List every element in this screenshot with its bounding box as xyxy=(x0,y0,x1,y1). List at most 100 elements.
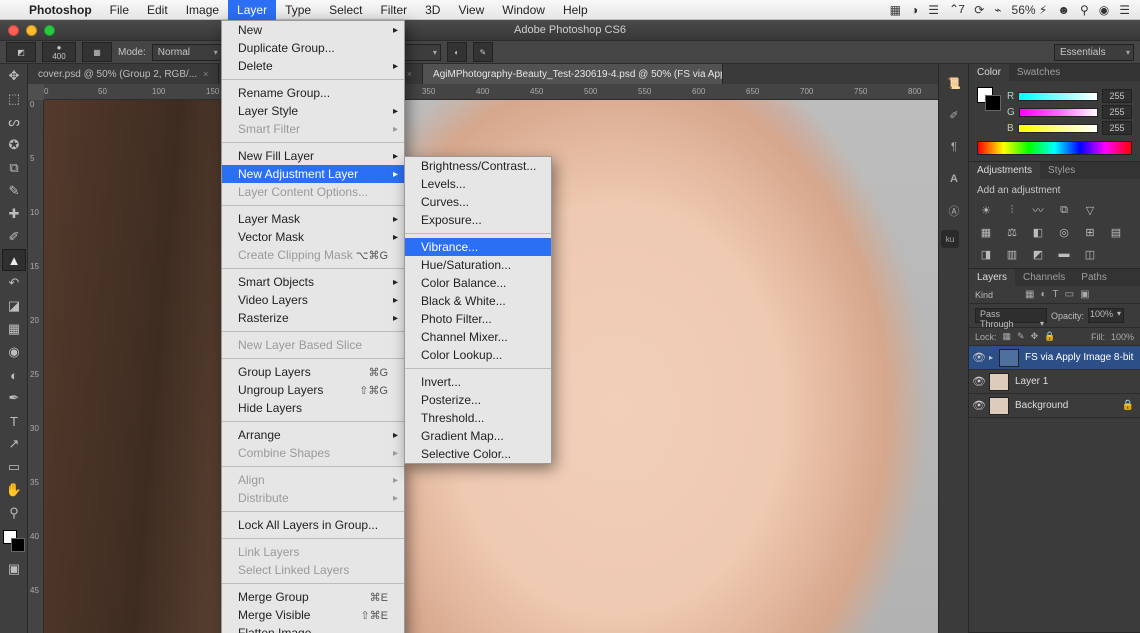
submenu-item[interactable]: Hue/Saturation... xyxy=(405,256,551,274)
lasso-tool[interactable]: ᔕ xyxy=(2,111,26,133)
shape-tool[interactable]: ▭ xyxy=(2,456,26,478)
status-icon[interactable]: ☰ xyxy=(928,3,939,17)
brush-panel-button[interactable]: ▦ xyxy=(82,42,112,62)
hand-tool[interactable]: ✋ xyxy=(2,479,26,501)
layers-tab[interactable]: Layers xyxy=(969,269,1015,286)
menu-item[interactable]: Merge Group⌘E xyxy=(222,588,404,606)
wifi-icon[interactable]: ⌁ xyxy=(994,3,1001,17)
menu-item[interactable]: Duplicate Group... xyxy=(222,39,404,57)
mixer-icon[interactable]: ⊞ xyxy=(1081,224,1099,240)
menu-item[interactable]: Delete xyxy=(222,57,404,75)
close-button[interactable] xyxy=(8,25,19,36)
posterize-icon[interactable]: ▥ xyxy=(1003,246,1021,262)
menu-item[interactable]: Rename Group... xyxy=(222,84,404,102)
filter-pixel-icon[interactable]: ▦ xyxy=(1025,289,1034,300)
menubar-item-3d[interactable]: 3D xyxy=(416,0,449,20)
menu-item[interactable]: Video Layers xyxy=(222,291,404,309)
channels-tab[interactable]: Channels xyxy=(1015,269,1073,286)
ruler-vertical[interactable]: 051015202530354045 xyxy=(28,100,44,633)
b-slider[interactable] xyxy=(1018,124,1098,133)
submenu-item[interactable]: Brightness/Contrast... xyxy=(405,157,551,175)
gradient-tool[interactable]: ▦ xyxy=(2,318,26,340)
tool-preset-button[interactable]: ◩ xyxy=(6,42,36,62)
submenu-item[interactable]: Curves... xyxy=(405,193,551,211)
menu-item[interactable]: Ungroup Layers⇧⌘G xyxy=(222,381,404,399)
battery-status[interactable]: 56% ⚡︎ xyxy=(1012,3,1048,17)
vibrance-icon[interactable]: ▽ xyxy=(1081,202,1099,218)
layer-thumbnail[interactable] xyxy=(999,349,1019,367)
opacity-input[interactable]: 100% xyxy=(1088,308,1124,323)
color-tab[interactable]: Color xyxy=(969,64,1009,81)
path-tool[interactable]: ↗ xyxy=(2,433,26,455)
layer-row[interactable]: 👁Layer 1 xyxy=(969,370,1140,394)
submenu-item[interactable]: Vibrance... xyxy=(405,238,551,256)
blend-mode-select[interactable]: Pass Through xyxy=(975,308,1047,323)
r-value[interactable]: 255 xyxy=(1102,89,1132,103)
menubar-item-select[interactable]: Select xyxy=(320,0,371,20)
quick-select-tool[interactable]: ✪ xyxy=(2,134,26,156)
filter-adjust-icon[interactable]: ◐ xyxy=(1040,289,1046,300)
layer-thumbnail[interactable] xyxy=(989,373,1009,391)
close-tab-icon[interactable]: × xyxy=(203,69,208,79)
brush-tool[interactable]: ✐ xyxy=(2,226,26,248)
lock-pixels-icon[interactable]: ✎ xyxy=(1017,331,1025,342)
disclosure-icon[interactable]: ▸ xyxy=(989,353,999,362)
minimize-button[interactable] xyxy=(26,25,37,36)
paragraph-panel-icon[interactable]: ¶ xyxy=(941,134,967,160)
document-tab[interactable]: cover.psd @ 50% (Group 2, RGB/...× xyxy=(28,64,219,84)
spotlight-icon[interactable]: ⚲ xyxy=(1080,3,1089,17)
app-name[interactable]: Photoshop xyxy=(20,3,101,17)
history-panel-icon[interactable]: 📜 xyxy=(941,70,967,96)
fill-input[interactable]: 100% xyxy=(1111,332,1134,342)
pen-tool[interactable]: ✒ xyxy=(2,387,26,409)
eyedropper-tool[interactable]: ✎ xyxy=(2,180,26,202)
history-brush-tool[interactable]: ↶ xyxy=(2,272,26,294)
close-tab-icon[interactable]: × xyxy=(407,69,412,79)
filter-smart-icon[interactable]: ▣ xyxy=(1080,289,1089,300)
status-icon[interactable]: ◑ xyxy=(911,3,918,17)
g-slider[interactable] xyxy=(1019,108,1098,117)
submenu-item[interactable]: Selective Color... xyxy=(405,445,551,463)
menu-item[interactable]: Layer Style xyxy=(222,102,404,120)
menu-item[interactable]: Lock All Layers in Group... xyxy=(222,516,404,534)
status-icon[interactable]: ☻ xyxy=(1057,3,1070,17)
menu-item[interactable]: New xyxy=(222,21,404,39)
menubar-item-image[interactable]: Image xyxy=(177,0,228,20)
swatches-tab[interactable]: Swatches xyxy=(1009,64,1068,81)
curves-icon[interactable]: 〰 xyxy=(1029,202,1047,218)
menu-item[interactable]: Arrange xyxy=(222,426,404,444)
submenu-item[interactable]: Threshold... xyxy=(405,409,551,427)
layer-filter-kind[interactable]: Kind xyxy=(975,290,1019,300)
menubar-item-type[interactable]: Type xyxy=(276,0,320,20)
menubar-item-window[interactable]: Window xyxy=(493,0,554,20)
status-icon[interactable]: ⟳ xyxy=(974,3,984,17)
menubar-item-help[interactable]: Help xyxy=(554,0,597,20)
gradmap-icon[interactable]: ▬ xyxy=(1055,246,1073,262)
submenu-item[interactable]: Color Balance... xyxy=(405,274,551,292)
menu-item[interactable]: Hide Layers xyxy=(222,399,404,417)
move-tool[interactable]: ✥ xyxy=(2,65,26,87)
quick-mask-toggle[interactable]: ▣ xyxy=(2,558,26,580)
blur-tool[interactable]: ◉ xyxy=(2,341,26,363)
menu-item[interactable]: Group Layers⌘G xyxy=(222,363,404,381)
brightness-icon[interactable]: ☀ xyxy=(977,202,995,218)
menu-item[interactable]: Smart Objects xyxy=(222,273,404,291)
clone-stamp-tool[interactable]: ▲ xyxy=(2,249,26,271)
submenu-item[interactable]: Channel Mixer... xyxy=(405,328,551,346)
adjustments-tab[interactable]: Adjustments xyxy=(969,162,1040,179)
ignore-adjustments-button[interactable]: ◐ xyxy=(447,42,467,62)
paths-tab[interactable]: Paths xyxy=(1073,269,1115,286)
eraser-tool[interactable]: ◪ xyxy=(2,295,26,317)
submenu-item[interactable]: Invert... xyxy=(405,373,551,391)
submenu-item[interactable]: Photo Filter... xyxy=(405,310,551,328)
threshold-icon[interactable]: ◩ xyxy=(1029,246,1047,262)
submenu-item[interactable]: Posterize... xyxy=(405,391,551,409)
menu-item[interactable]: Layer Mask xyxy=(222,210,404,228)
hue-icon[interactable]: ▦ xyxy=(977,224,995,240)
layer-row[interactable]: 👁Background🔒 xyxy=(969,394,1140,418)
menu-item[interactable]: Rasterize xyxy=(222,309,404,327)
crop-tool[interactable]: ⧉ xyxy=(2,157,26,179)
siri-icon[interactable]: ◉ xyxy=(1099,3,1109,17)
menu-item[interactable]: Flatten Image xyxy=(222,624,404,633)
submenu-item[interactable]: Exposure... xyxy=(405,211,551,229)
